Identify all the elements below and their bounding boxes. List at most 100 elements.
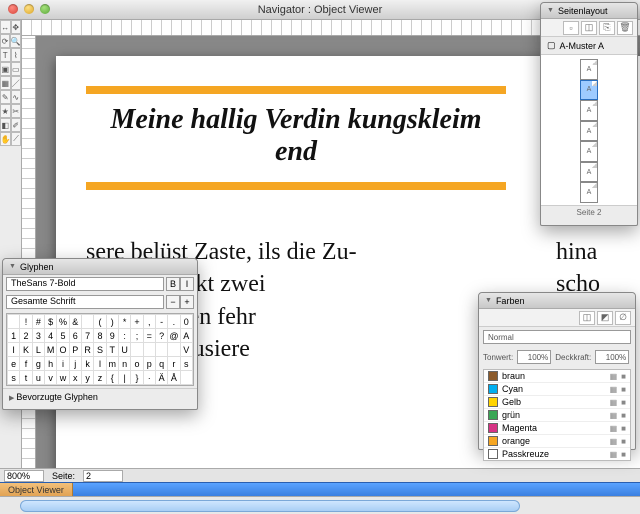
panel-title[interactable]: Farben [479, 293, 635, 309]
tool-rect[interactable]: ▭ [11, 62, 22, 76]
zoom-in-icon[interactable]: + [180, 295, 194, 309]
glyph-cell[interactable]: g [32, 357, 44, 371]
glyph-cell[interactable]: y [81, 371, 93, 385]
glyph-cell[interactable]: - [155, 315, 167, 329]
glyph-cell[interactable] [180, 371, 192, 385]
glyph-cell[interactable]: V [180, 343, 192, 357]
font-select[interactable]: TheSans 7-Bold [6, 277, 164, 291]
glyph-cell[interactable]: K [20, 343, 32, 357]
layout-tool-icon[interactable]: ⎘ [599, 21, 615, 35]
color-tool-icon[interactable]: ◫ [579, 311, 595, 325]
glyph-cell[interactable]: s [8, 371, 20, 385]
page-thumb[interactable]: A [580, 182, 598, 203]
glyph-cell[interactable]: 7 [81, 329, 93, 343]
subset-select[interactable]: Gesamte Schrift [6, 295, 164, 309]
glyph-cell[interactable]: = [143, 329, 155, 343]
swatch-row[interactable]: Passkreuze▦■ [484, 448, 630, 461]
panel-title[interactable]: Seitenlayout [541, 3, 637, 19]
swatch-row[interactable]: braun▦■ [484, 370, 630, 383]
page-thumb[interactable]: A [580, 121, 598, 142]
page-thumb[interactable]: A [580, 59, 598, 80]
tool-rotate[interactable]: ⟳ [0, 34, 10, 48]
tool-pen[interactable]: ✎ [0, 90, 11, 104]
style-bold-icon[interactable]: B [166, 277, 180, 291]
glyph-cell[interactable]: t [20, 371, 32, 385]
glyph-cell[interactable]: . [168, 315, 180, 329]
glyph-cell[interactable]: z [94, 371, 106, 385]
glyph-cell[interactable]: Ä [155, 371, 167, 385]
panel-glyphs[interactable]: Glyphen TheSans 7-Bold BI Gesamte Schrif… [2, 258, 198, 410]
page-field[interactable] [83, 470, 123, 482]
glyph-cell[interactable]: 1 [8, 329, 20, 343]
glyph-cell[interactable]: U [118, 343, 130, 357]
glyph-cell[interactable]: ( [94, 315, 106, 329]
glyph-cell[interactable]: o [131, 357, 143, 371]
zoom-field[interactable] [4, 470, 44, 482]
page-thumb[interactable]: A [580, 100, 598, 121]
glyph-cell[interactable]: j [69, 357, 81, 371]
master-page-row[interactable]: A-Muster A [541, 37, 637, 55]
glyph-cell[interactable]: f [20, 357, 32, 371]
layout-tool-icon[interactable]: ◫ [581, 21, 597, 35]
glyph-cell[interactable]: m [106, 357, 118, 371]
glyph-cell[interactable]: % [57, 315, 69, 329]
glyph-cell[interactable]: L [32, 343, 44, 357]
glyph-cell[interactable]: | [118, 371, 130, 385]
tool-freehand[interactable]: ∿ [11, 90, 22, 104]
color-tool-icon[interactable]: ∅ [615, 311, 631, 325]
tool-line[interactable]: ／ [11, 76, 22, 90]
tool-image[interactable]: ▣ [0, 62, 11, 76]
glyph-cell[interactable] [155, 343, 167, 357]
swatch-row[interactable]: Magenta▦■ [484, 422, 630, 435]
zoom-out-icon[interactable]: − [166, 295, 180, 309]
zoom-icon[interactable] [40, 4, 50, 14]
glyph-cell[interactable]: I [8, 343, 20, 357]
glyph-cell[interactable]: k [81, 357, 93, 371]
glyph-cell[interactable]: i [57, 357, 69, 371]
glyph-cell[interactable]: $ [44, 315, 56, 329]
opacity-field[interactable]: 100% [595, 350, 629, 364]
glyph-cell[interactable] [131, 343, 143, 357]
glyph-cell[interactable]: 3 [32, 329, 44, 343]
glyph-cell[interactable]: w [57, 371, 69, 385]
glyph-cell[interactable]: Å [168, 371, 180, 385]
glyph-cell[interactable]: S [94, 343, 106, 357]
tint-field[interactable]: 100% [517, 350, 551, 364]
page-thumb[interactable]: A [580, 162, 598, 183]
glyph-cell[interactable]: 0 [180, 315, 192, 329]
glyph-cell[interactable]: p [143, 357, 155, 371]
scrollbar-horizontal[interactable] [0, 496, 640, 514]
layout-tool-icon[interactable]: ▫ [563, 21, 579, 35]
favorites-row[interactable]: Bevorzugte Glyphen [3, 388, 197, 405]
blend-mode-select[interactable]: Normal [483, 330, 631, 344]
glyph-cell[interactable]: P [69, 343, 81, 357]
tool-text[interactable]: T [0, 48, 11, 62]
glyph-cell[interactable] [8, 315, 20, 329]
glyph-cell[interactable] [81, 315, 93, 329]
glyph-cell[interactable]: T [106, 343, 118, 357]
page-thumb[interactable]: A [580, 141, 598, 162]
glyph-cell[interactable]: ) [106, 315, 118, 329]
glyph-cell[interactable]: ? [155, 329, 167, 343]
glyph-cell[interactable]: * [118, 315, 130, 329]
tool-measure[interactable]: ⟋ [11, 132, 21, 146]
headline-frame[interactable]: Meine hallig Verdin kungskleim end [86, 86, 506, 190]
glyph-cell[interactable]: x [69, 371, 81, 385]
glyph-cell[interactable]: A [180, 329, 192, 343]
page-thumb[interactable]: A [580, 80, 598, 101]
glyph-cell[interactable]: h [44, 357, 56, 371]
glyph-cell[interactable]: : [118, 329, 130, 343]
swatch-row[interactable]: Cyan▦■ [484, 383, 630, 396]
glyph-cell[interactable]: + [131, 315, 143, 329]
headline-text[interactable]: Meine hallig Verdin kungskleim end [86, 94, 506, 182]
glyph-cell[interactable]: · [143, 371, 155, 385]
glyph-cell[interactable]: # [32, 315, 44, 329]
glyph-cell[interactable]: , [143, 315, 155, 329]
tool-item[interactable]: ↔ [0, 20, 11, 34]
scrollbar-thumb[interactable] [20, 500, 520, 512]
glyph-cell[interactable]: q [155, 357, 167, 371]
glyph-cell[interactable]: { [106, 371, 118, 385]
panel-colors[interactable]: Farben ◫ ◩ ∅ Normal Tonwert: 100% Deckkr… [478, 292, 636, 450]
glyph-cell[interactable]: n [118, 357, 130, 371]
glyph-cell[interactable]: e [8, 357, 20, 371]
